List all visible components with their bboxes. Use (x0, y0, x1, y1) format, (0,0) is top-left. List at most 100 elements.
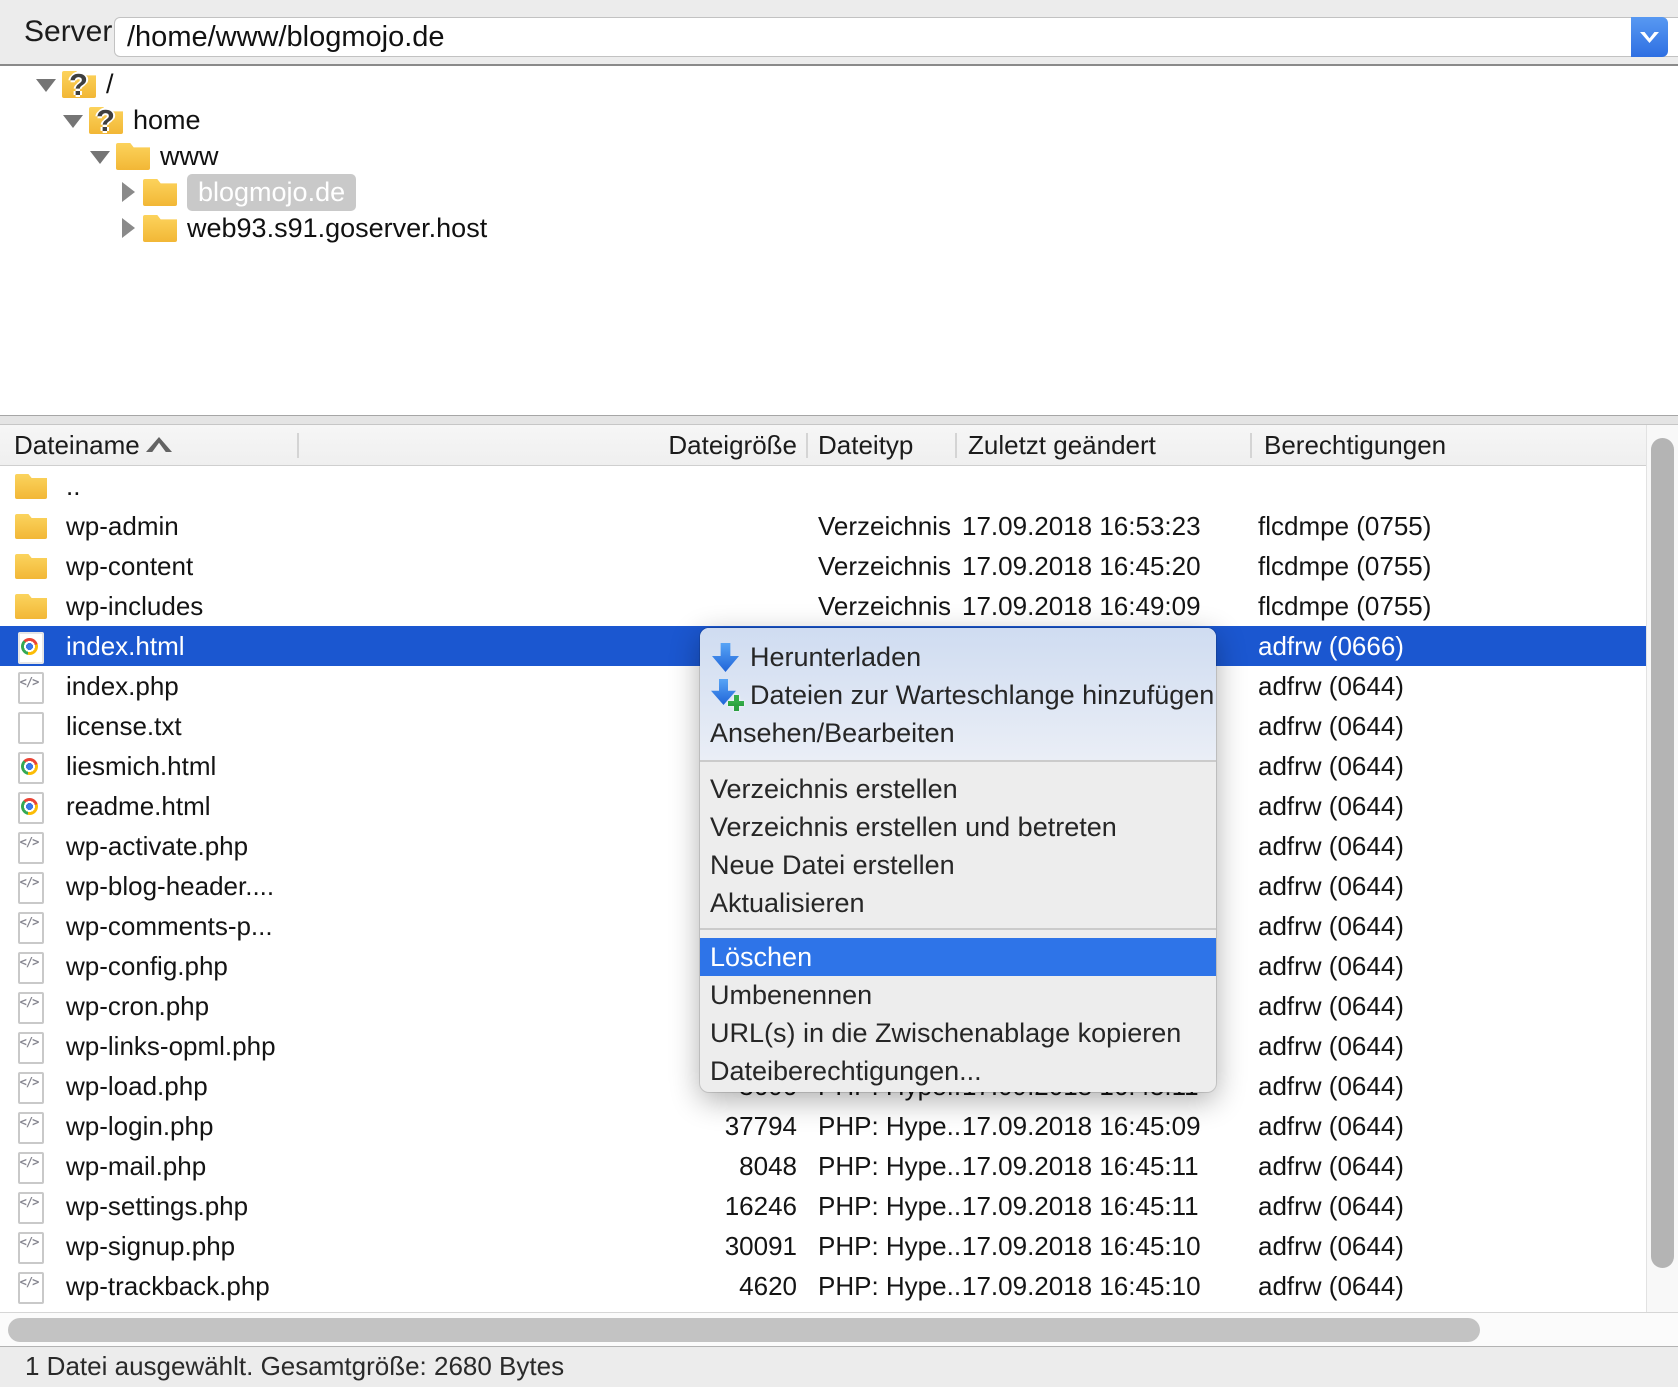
php-icon (14, 952, 50, 982)
column-divider[interactable] (806, 433, 808, 458)
context-menu-item[interactable]: Umbenennen (700, 976, 1216, 1014)
cell-permissions: flcdmpe (0755) (1258, 506, 1431, 546)
cell-filesize: 8048 (560, 1146, 797, 1186)
download-plus-icon (710, 676, 750, 714)
html-icon (14, 792, 50, 822)
disclosure-triangle-icon[interactable] (115, 174, 141, 210)
table-row[interactable]: wp-mail.php 8048 PHP: Hype.. 17.09.2018 … (0, 1146, 1678, 1186)
column-header-dateityp[interactable]: Dateityp (818, 425, 913, 465)
cell-permissions: adfrw (0666) (1258, 626, 1404, 666)
column-divider[interactable] (1250, 433, 1252, 458)
cell-filetype: PHP: Hype.. (818, 1266, 961, 1306)
column-header-dateigroesse[interactable]: Dateigröße (560, 425, 797, 465)
cell-filename: wp-comments-p... (66, 906, 273, 946)
html-icon (14, 632, 50, 662)
column-divider[interactable] (955, 433, 957, 458)
cell-filename: index.html (66, 626, 185, 666)
html-icon (14, 752, 50, 782)
tree-item[interactable]: home (0, 102, 1678, 138)
cell-filetype: PHP: Hype.. (818, 1146, 961, 1186)
disclosure-triangle-icon[interactable] (34, 66, 60, 102)
status-text: 1 Datei ausgewählt. Gesamtgröße: 2680 By… (25, 1347, 564, 1385)
context-menu-item[interactable]: Aktualisieren (700, 884, 1216, 922)
cell-permissions: adfrw (0644) (1258, 1066, 1404, 1106)
cell-modified: 17.09.2018 16:45:09 (962, 1106, 1201, 1146)
menu-item-label: Ansehen/Bearbeiten (710, 718, 955, 748)
menu-item-label: Dateien zur Warteschlange hinzufügen (750, 680, 1214, 710)
cell-filename: wp-signup.php (66, 1226, 235, 1266)
cell-filename: liesmich.html (66, 746, 216, 786)
server-path-input[interactable] (114, 17, 1678, 57)
cell-modified: 17.09.2018 16:45:20 (962, 546, 1201, 586)
tree-item[interactable]: www (0, 138, 1678, 174)
tree-item[interactable]: blogmojo.de (0, 174, 1678, 210)
menu-item-label: Dateiberechtigungen... (710, 1056, 982, 1086)
disclosure-triangle-icon[interactable] (115, 210, 141, 246)
cell-permissions: adfrw (0644) (1258, 666, 1404, 706)
cell-filename: .. (66, 466, 80, 506)
server-path-dropdown-button[interactable] (1631, 17, 1668, 57)
horizontal-scrollbar-thumb[interactable] (8, 1318, 1480, 1342)
cell-filetype: PHP: Hype.. (818, 1186, 961, 1226)
cell-filetype: Verzeichnis (818, 506, 951, 546)
context-menu-item[interactable]: Dateien zur Warteschlange hinzufügen (700, 676, 1216, 714)
context-menu-item[interactable]: Verzeichnis erstellen und betreten (700, 808, 1216, 846)
tree-item-label: / (106, 69, 114, 100)
php-icon (14, 1152, 50, 1182)
download-icon (710, 638, 750, 676)
cell-filetype: PHP: Hype.. (818, 1226, 961, 1266)
cell-filename: readme.html (66, 786, 211, 826)
column-header-dateiname[interactable]: Dateiname (14, 425, 140, 465)
disclosure-triangle-icon[interactable] (88, 138, 114, 174)
cell-permissions: adfrw (0644) (1258, 946, 1404, 986)
context-menu-item[interactable]: Ansehen/Bearbeiten (700, 714, 1216, 752)
table-row[interactable]: wp-includes Verzeichnis 17.09.2018 16:49… (0, 586, 1678, 626)
folder-question-icon (87, 102, 133, 138)
table-row[interactable]: .. (0, 466, 1678, 506)
folder-icon (14, 592, 50, 622)
context-menu-item[interactable]: URL(s) in die Zwischenablage kopieren (700, 1014, 1216, 1052)
tree-item-label: web93.s91.goserver.host (187, 213, 487, 244)
cell-permissions: adfrw (0644) (1258, 1266, 1404, 1306)
vertical-scrollbar (1646, 425, 1678, 1312)
table-row[interactable]: wp-login.php 37794 PHP: Hype.. 17.09.201… (0, 1106, 1678, 1146)
context-menu-item[interactable]: Herunterladen (700, 638, 1216, 676)
cell-modified: 17.09.2018 16:45:10 (962, 1266, 1201, 1306)
table-row[interactable]: wp-admin Verzeichnis 17.09.2018 16:53:23… (0, 506, 1678, 546)
menu-item-label: Löschen (710, 942, 812, 972)
panel-divider (0, 415, 1678, 425)
column-header-berechtigungen[interactable]: Berechtigungen (1264, 425, 1446, 465)
context-menu-item[interactable]: Verzeichnis erstellen (700, 770, 1216, 808)
cell-permissions: adfrw (0644) (1258, 826, 1404, 866)
php-icon (14, 1272, 50, 1302)
cell-filesize: 16246 (560, 1186, 797, 1226)
server-label: Server: (24, 0, 121, 64)
tree-item[interactable]: web93.s91.goserver.host (0, 210, 1678, 246)
tree-item-label: www (160, 141, 219, 172)
table-row[interactable]: wp-settings.php 16246 PHP: Hype.. 17.09.… (0, 1186, 1678, 1226)
context-menu-item[interactable]: Löschen (700, 938, 1216, 976)
folder-icon (14, 552, 50, 582)
cell-modified: 17.09.2018 16:49:09 (962, 586, 1201, 626)
context-menu-transfer-section: Herunterladen Dateien zur Warteschlange … (700, 628, 1216, 760)
folder-icon (14, 472, 50, 502)
disclosure-triangle-icon[interactable] (61, 102, 87, 138)
tree-item[interactable]: / (0, 66, 1678, 102)
folder-icon (14, 512, 50, 542)
cell-filename: wp-admin (66, 506, 179, 546)
cell-filename: wp-config.php (66, 946, 228, 986)
table-row[interactable]: wp-signup.php 30091 PHP: Hype.. 17.09.20… (0, 1226, 1678, 1266)
context-menu-item[interactable]: Neue Datei erstellen (700, 846, 1216, 884)
vertical-scrollbar-thumb[interactable] (1651, 438, 1674, 1268)
menu-item-label: Verzeichnis erstellen (710, 774, 958, 804)
cell-filename: wp-includes (66, 586, 203, 626)
column-header-zuletzt-geaendert[interactable]: Zuletzt geändert (968, 425, 1156, 465)
column-divider[interactable] (297, 433, 299, 458)
folder-icon (114, 138, 160, 174)
table-row[interactable]: wp-content Verzeichnis 17.09.2018 16:45:… (0, 546, 1678, 586)
cell-permissions: adfrw (0644) (1258, 1226, 1404, 1266)
folder-icon (141, 210, 187, 246)
table-row[interactable]: wp-trackback.php 4620 PHP: Hype.. 17.09.… (0, 1266, 1678, 1306)
context-menu-item[interactable]: Dateiberechtigungen... (700, 1052, 1216, 1090)
php-icon (14, 912, 50, 942)
